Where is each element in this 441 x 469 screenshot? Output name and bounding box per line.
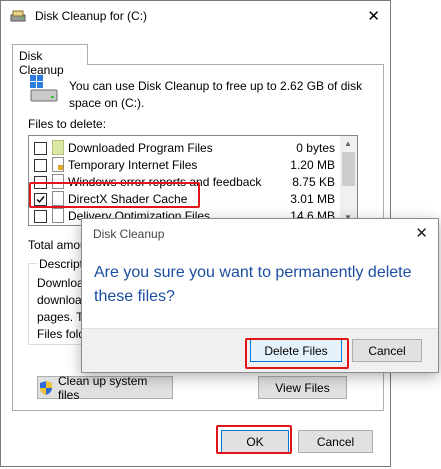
files-to-delete-label: Files to delete: — [28, 117, 107, 131]
highlight-directx-row — [29, 182, 200, 208]
tab-disk-cleanup[interactable]: Disk Cleanup — [12, 44, 88, 77]
scroll-thumb[interactable] — [342, 152, 355, 186]
folder-icon — [52, 140, 64, 155]
file-category-size: 1.20 MB — [290, 158, 335, 172]
file-category-name: Temporary Internet Files — [68, 158, 198, 172]
highlight-delete-files-button — [245, 338, 349, 369]
checkbox[interactable] — [34, 210, 47, 223]
view-files-button[interactable]: View Files — [258, 376, 347, 399]
highlight-ok-button — [216, 425, 292, 454]
files-list: Downloaded Program Files 0 bytes Tempora… — [28, 135, 358, 226]
checkbox[interactable] — [34, 159, 47, 172]
title-bar: Disk Cleanup for (C:) ✕ — [1, 1, 390, 31]
clean-up-system-files-label: Clean up system files — [58, 373, 148, 402]
total-amount-label: Total amou — [28, 238, 87, 252]
checkbox[interactable] — [34, 142, 47, 155]
cancel-button[interactable]: Cancel — [298, 430, 373, 453]
dialog-title: Disk Cleanup — [93, 227, 165, 241]
lock-file-icon — [52, 157, 64, 172]
uac-shield-icon — [40, 380, 52, 395]
scroll-up-icon[interactable]: ▲ — [344, 139, 352, 148]
dialog-message: Are you sure you want to permanently del… — [94, 264, 412, 305]
intro-text: You can use Disk Cleanup to free up to 2… — [69, 79, 363, 110]
close-icon[interactable]: ✕ — [367, 7, 380, 25]
window-title: Disk Cleanup for (C:) — [35, 9, 148, 23]
list-scrollbar[interactable]: ▲ ▼ — [340, 136, 357, 225]
clean-up-system-files-button[interactable]: Clean up system files — [37, 373, 173, 402]
disk-cleanup-icon — [10, 10, 26, 22]
drive-icon — [30, 75, 58, 102]
list-item[interactable]: Temporary Internet Files 1.20 MB — [29, 156, 341, 174]
file-category-size: 0 bytes — [296, 141, 335, 155]
file-icon — [52, 208, 64, 223]
dialog-cancel-button[interactable]: Cancel — [352, 339, 422, 362]
list-item[interactable]: Downloaded Program Files 0 bytes — [29, 139, 341, 157]
file-category-size: 3.01 MB — [290, 192, 335, 206]
file-category-name: Downloaded Program Files — [68, 141, 213, 155]
file-category-size: 8.75 KB — [292, 175, 335, 189]
dialog-close-icon[interactable]: ✕ — [415, 224, 428, 242]
